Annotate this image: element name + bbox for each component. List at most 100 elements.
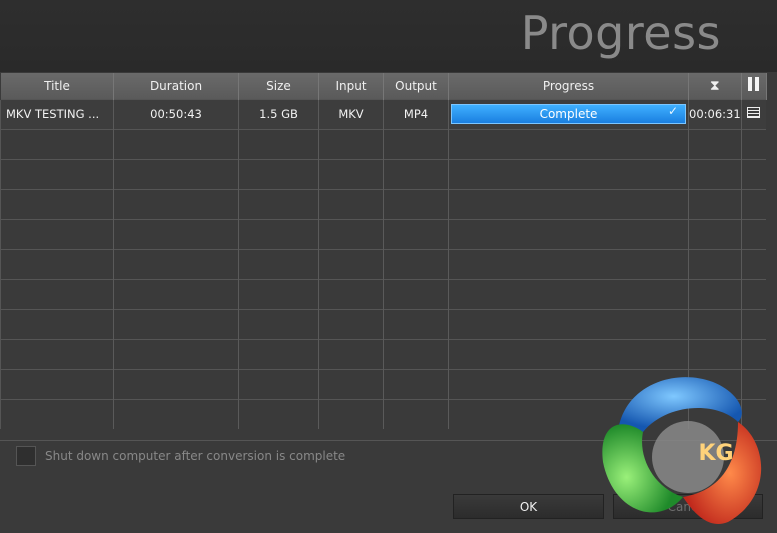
empty-cell (448, 248, 689, 279)
empty-cell (113, 158, 239, 189)
empty-cell (448, 398, 689, 429)
empty-row (0, 368, 767, 399)
empty-cell (238, 218, 319, 249)
empty-cell (318, 398, 384, 429)
column-header-input[interactable]: Input (318, 73, 384, 99)
empty-cell (448, 368, 689, 399)
cancel-button[interactable]: Cancel (613, 494, 763, 519)
empty-cell (0, 248, 114, 279)
empty-cell (740, 158, 767, 189)
empty-cell (0, 158, 114, 189)
empty-cell (113, 368, 239, 399)
empty-cell (688, 188, 742, 219)
empty-cell (383, 188, 449, 219)
column-header-output[interactable]: Output (383, 73, 449, 99)
empty-cell (238, 158, 319, 189)
empty-cell (113, 128, 239, 159)
empty-cell (448, 158, 689, 189)
empty-cell (448, 278, 689, 309)
check-icon: ✓ (667, 104, 678, 118)
empty-row (0, 248, 767, 279)
list-icon (747, 107, 761, 118)
empty-cell (383, 338, 449, 369)
empty-cell (0, 368, 114, 399)
pause-all-button[interactable] (740, 73, 767, 99)
empty-cell (113, 308, 239, 339)
empty-cell (740, 188, 767, 219)
empty-cell (448, 338, 689, 369)
cell-input: MKV (318, 98, 384, 129)
empty-cell (688, 128, 742, 159)
watermark-text: KG (698, 441, 733, 466)
empty-cell (238, 308, 319, 339)
empty-row (0, 188, 767, 219)
empty-row (0, 308, 767, 339)
cell-duration: 00:50:43 (113, 98, 239, 129)
shutdown-checkbox[interactable] (16, 446, 36, 466)
empty-cell (318, 368, 384, 399)
empty-row (0, 278, 767, 309)
empty-cell (238, 338, 319, 369)
empty-cell (0, 398, 114, 429)
empty-row (0, 128, 767, 159)
empty-cell (318, 278, 384, 309)
empty-cell (0, 338, 114, 369)
empty-cell (318, 218, 384, 249)
empty-cell (113, 188, 239, 219)
empty-cell (740, 338, 767, 369)
empty-cell (318, 338, 384, 369)
conversion-table: Title Duration Size Input Output Progres… (0, 73, 767, 429)
empty-cell (113, 278, 239, 309)
empty-cell (383, 128, 449, 159)
empty-cell (0, 218, 114, 249)
empty-cell (740, 398, 767, 429)
empty-cell (238, 398, 319, 429)
empty-cell (318, 128, 384, 159)
empty-row (0, 218, 767, 249)
empty-cell (383, 308, 449, 339)
empty-cell (113, 338, 239, 369)
empty-cell (383, 398, 449, 429)
empty-cell (318, 188, 384, 219)
empty-cell (740, 368, 767, 399)
empty-cell (238, 278, 319, 309)
empty-cell (448, 188, 689, 219)
column-header-title[interactable]: Title (0, 73, 114, 99)
empty-cell (688, 278, 742, 309)
empty-cell (113, 218, 239, 249)
table-header-row: Title Duration Size Input Output Progres… (0, 73, 767, 99)
shutdown-label: Shut down computer after conversion is c… (45, 449, 346, 463)
empty-cell (0, 188, 114, 219)
column-header-size[interactable]: Size (238, 73, 319, 99)
shutdown-option[interactable]: Shut down computer after conversion is c… (16, 446, 345, 466)
empty-cell (688, 218, 742, 249)
empty-cell (113, 398, 239, 429)
empty-cell (448, 218, 689, 249)
ok-button[interactable]: OK (453, 494, 604, 519)
empty-row (0, 398, 767, 429)
divider (0, 440, 777, 441)
empty-cell (740, 218, 767, 249)
empty-cell (0, 278, 114, 309)
row-details-button[interactable] (740, 98, 767, 129)
empty-cell (448, 308, 689, 339)
empty-cell (0, 128, 114, 159)
column-header-duration[interactable]: Duration (113, 73, 239, 99)
hourglass-icon: ⧗ (709, 77, 720, 94)
empty-cell (688, 338, 742, 369)
empty-cell (740, 128, 767, 159)
column-header-elapsed[interactable]: ⧗ (688, 73, 742, 99)
empty-cell (238, 368, 319, 399)
empty-cell (318, 158, 384, 189)
table-row[interactable]: MKV TESTING ... 00:50:43 1.5 GB MKV MP4 … (0, 98, 767, 129)
empty-cell (238, 248, 319, 279)
empty-cell (0, 308, 114, 339)
empty-cell (383, 218, 449, 249)
cell-output: MP4 (383, 98, 449, 129)
column-header-progress[interactable]: Progress (448, 73, 689, 99)
empty-cell (383, 368, 449, 399)
page-title: Progress (520, 6, 721, 60)
empty-cell (238, 128, 319, 159)
empty-cell (688, 158, 742, 189)
cell-elapsed: 00:06:31 (688, 98, 742, 129)
